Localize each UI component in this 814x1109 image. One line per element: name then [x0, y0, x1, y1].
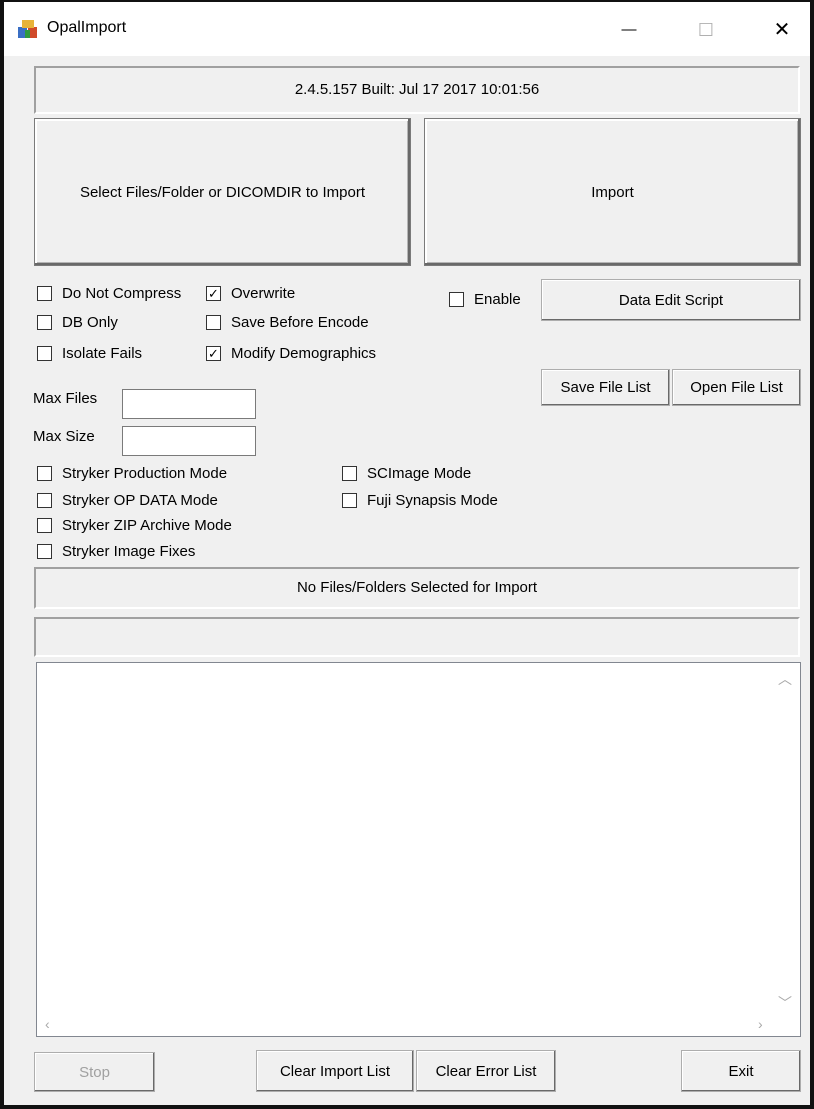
checkbox-box — [37, 345, 52, 361]
app-icon — [18, 20, 37, 38]
checkbox-box: ✓ — [206, 345, 221, 361]
scimage-mode-label: SCImage Mode — [367, 464, 472, 482]
version-text: 2.4.5.157 Built: Jul 17 2017 10:01:56 — [294, 81, 540, 98]
do-not-compress-checkbox[interactable]: Do Not Compress — [37, 283, 181, 303]
close-button[interactable]: ✕ — [762, 10, 802, 50]
stop-label: Stop — [79, 1063, 110, 1081]
checkbox-box — [342, 492, 357, 508]
scroll-down-icon[interactable]: ﹀ — [778, 993, 792, 1013]
max-files-input[interactable] — [122, 389, 256, 419]
minimize-button[interactable]: — — [609, 10, 649, 50]
enable-label: Enable — [474, 290, 521, 308]
checkbox-box — [37, 314, 52, 330]
stryker-zip-archive-mode-label: Stryker ZIP Archive Mode — [62, 516, 232, 534]
version-panel: 2.4.5.157 Built: Jul 17 2017 10:01:56 — [34, 66, 800, 114]
scroll-left-icon[interactable]: ‹ — [45, 1016, 50, 1032]
checkbox-box: ✓ — [206, 285, 221, 301]
data-edit-script-button[interactable]: Data Edit Script — [541, 279, 801, 321]
max-files-label: Max Files — [33, 390, 98, 407]
modify-demographics-label: Modify Demographics — [231, 344, 377, 362]
checkbox-box — [37, 543, 52, 559]
open-file-list-button[interactable]: Open File List — [672, 369, 801, 406]
progress-panel — [34, 617, 800, 657]
scroll-up-icon[interactable]: ︿ — [778, 669, 792, 689]
exit-button[interactable]: Exit — [681, 1050, 801, 1092]
max-size-label: Max Size — [33, 428, 95, 445]
checkbox-box — [342, 465, 357, 481]
select-files-label: Select Files/Folder or DICOMDIR to Impor… — [79, 183, 366, 201]
isolate-fails-checkbox[interactable]: Isolate Fails — [37, 343, 142, 363]
select-files-button[interactable]: Select Files/Folder or DICOMDIR to Impor… — [34, 118, 411, 266]
checkbox-box — [37, 285, 52, 301]
stryker-production-mode-checkbox[interactable]: Stryker Production Mode — [37, 463, 227, 483]
import-button[interactable]: Import — [424, 118, 801, 266]
stryker-zip-archive-mode-checkbox[interactable]: Stryker ZIP Archive Mode — [37, 515, 232, 535]
save-before-encode-checkbox[interactable]: Save Before Encode — [206, 312, 369, 332]
clear-import-list-label: Clear Import List — [279, 1062, 391, 1080]
clear-import-list-button[interactable]: Clear Import List — [256, 1050, 414, 1092]
overwrite-label: Overwrite — [231, 284, 296, 302]
isolate-fails-label: Isolate Fails — [62, 344, 143, 362]
checkbox-box — [37, 517, 52, 533]
save-file-list-button[interactable]: Save File List — [541, 369, 670, 406]
overwrite-checkbox[interactable]: ✓ Overwrite — [206, 283, 295, 303]
stryker-image-fixes-checkbox[interactable]: Stryker Image Fixes — [37, 541, 195, 561]
stryker-production-mode-label: Stryker Production Mode — [62, 464, 228, 482]
db-only-label: DB Only — [62, 313, 118, 331]
status-text: No Files/Folders Selected for Import — [296, 579, 538, 596]
fuji-synapsis-mode-label: Fuji Synapsis Mode — [367, 491, 498, 509]
checkbox-box — [206, 314, 221, 330]
import-log-list[interactable]: ︿ ﹀ ‹ › — [36, 662, 801, 1037]
exit-label: Exit — [728, 1062, 754, 1080]
maximize-button[interactable]: ☐ — [686, 10, 726, 50]
scroll-right-icon[interactable]: › — [758, 1016, 763, 1032]
opalimport-window: OpalImport — ☐ ✕ 2.4.5.157 Built: Jul 17… — [0, 0, 814, 1109]
data-edit-script-label: Data Edit Script — [618, 291, 724, 309]
save-file-list-label: Save File List — [560, 379, 651, 396]
modify-demographics-checkbox[interactable]: ✓ Modify Demographics — [206, 343, 376, 363]
scimage-mode-checkbox[interactable]: SCImage Mode — [342, 463, 471, 483]
checkbox-box — [37, 465, 52, 481]
stryker-op-data-mode-label: Stryker OP DATA Mode — [62, 491, 218, 509]
save-before-encode-label: Save Before Encode — [231, 313, 369, 331]
window-title: OpalImport — [47, 19, 127, 36]
clear-error-list-label: Clear Error List — [435, 1062, 537, 1080]
import-label: Import — [591, 183, 634, 201]
enable-checkbox[interactable]: Enable — [449, 289, 521, 309]
fuji-synapsis-mode-checkbox[interactable]: Fuji Synapsis Mode — [342, 490, 498, 510]
open-file-list-label: Open File List — [690, 379, 783, 396]
title-bar[interactable]: OpalImport — ☐ ✕ — [4, 2, 810, 56]
db-only-checkbox[interactable]: DB Only — [37, 312, 118, 332]
stryker-op-data-mode-checkbox[interactable]: Stryker OP DATA Mode — [37, 490, 218, 510]
status-panel: No Files/Folders Selected for Import — [34, 567, 800, 609]
do-not-compress-label: Do Not Compress — [62, 284, 182, 302]
clear-error-list-button[interactable]: Clear Error List — [416, 1050, 556, 1092]
max-size-input[interactable] — [122, 426, 256, 456]
checkbox-box — [449, 291, 464, 307]
checkbox-box — [37, 492, 52, 508]
stop-button[interactable]: Stop — [34, 1052, 155, 1092]
stryker-image-fixes-label: Stryker Image Fixes — [62, 542, 196, 560]
